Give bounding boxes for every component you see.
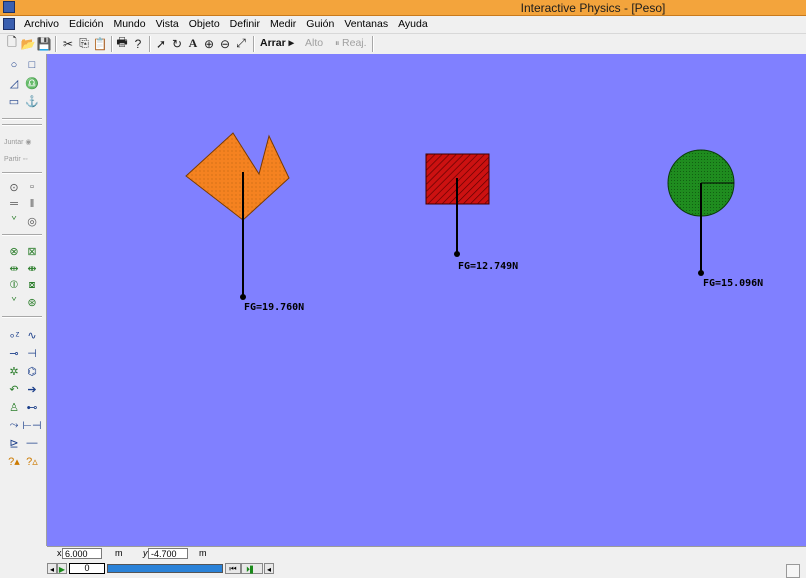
scroll-left-icon[interactable]: ◂ xyxy=(264,563,274,574)
run-button[interactable]: Arrar ▸ xyxy=(260,37,294,49)
tool-palette: ○ □ ◿ ♎ ▭ ⚓ Juntar ◉ Partir ◦◦ ⊙ ▫ ═ ‖ ᘁ… xyxy=(0,54,47,546)
torque-tool-icon[interactable]: ↶ xyxy=(6,382,22,396)
curved-body-tool-icon[interactable]: ♎ xyxy=(24,76,40,90)
rigid-joint-icon[interactable]: ⊠ xyxy=(24,244,40,258)
zoom-in-icon[interactable]: ⊕ xyxy=(201,36,217,51)
tape-rewind-icon[interactable]: ◂ xyxy=(47,563,57,574)
x-coord-label: x xyxy=(57,548,62,558)
tape-step-icon[interactable]: ⏮ xyxy=(225,563,241,574)
polygon-tool-icon[interactable]: ◿ xyxy=(6,76,22,90)
y-coord-unit: m xyxy=(199,548,207,558)
damper-tool-icon[interactable]: ⊸ xyxy=(6,346,22,360)
polygon-body[interactable] xyxy=(185,132,290,221)
vertical-slot-joint-icon[interactable]: ⦶ xyxy=(6,278,22,292)
rod-tool-icon[interactable]: ⊣ xyxy=(24,346,40,360)
rope-tool-icon[interactable]: ∘ᶻ xyxy=(6,328,22,342)
toolbar: 🗋 📂 💾 ✂ ⎘ 📋 🖶 ? ➚ ↻ A ⊕ ⊖ ⤢ Arrar ▸ Alto… xyxy=(0,33,806,55)
window-title: Interactive Physics - [Peso] xyxy=(520,1,666,15)
line-tool-icon[interactable]: — xyxy=(24,436,40,450)
stop-button[interactable]: Alto xyxy=(305,37,323,49)
meter-tool-icon[interactable]: ⊵ xyxy=(6,436,22,450)
tape-track[interactable] xyxy=(107,564,223,573)
frame-counter[interactable]: 0 xyxy=(69,563,105,574)
slot-vertical-icon[interactable]: ‖ xyxy=(24,197,40,211)
closed-slot-joint-icon[interactable]: ⊛ xyxy=(24,295,40,309)
menu-ayuda[interactable]: Ayuda xyxy=(393,18,433,30)
split-button[interactable]: Partir ◦◦ xyxy=(4,156,28,163)
coordinates-bar: x 6.000 m y -4.700 m xyxy=(47,546,806,561)
force-tool-icon[interactable]: ➔ xyxy=(24,382,40,396)
cut-icon[interactable]: ✂ xyxy=(60,36,76,51)
join-button[interactable]: Juntar ◉ xyxy=(4,138,32,146)
copy-icon[interactable]: ⎘ xyxy=(76,36,92,51)
button-control-icon[interactable]: ?▴ xyxy=(6,454,22,468)
rectangle-tool-icon[interactable]: □ xyxy=(24,58,40,72)
reset-button[interactable]: ⏸ Reaj. xyxy=(335,37,367,49)
tape-play-icon[interactable]: ▶ xyxy=(57,563,67,574)
y-coord-label: y xyxy=(143,548,148,558)
menu-archivo[interactable]: Archivo xyxy=(19,18,64,30)
circle-tool-icon[interactable]: ○ xyxy=(6,58,22,72)
scene xyxy=(185,132,735,300)
slot-horizontal-icon[interactable]: ═ xyxy=(6,197,22,211)
square-tool-icon[interactable]: ▭ xyxy=(6,94,22,108)
print-icon[interactable]: 🖶 xyxy=(114,35,130,51)
anchor-tool-icon[interactable]: ⚓ xyxy=(24,94,40,108)
zoom-out-icon[interactable]: ⊖ xyxy=(217,36,233,51)
new-file-icon[interactable]: 🗋 xyxy=(4,35,20,51)
separator-tool-icon[interactable]: ⊢⊣ xyxy=(22,418,41,432)
text-tool-icon[interactable]: A xyxy=(185,36,201,51)
menu-items: Archivo Edición Mundo Vista Objeto Definir Med… xyxy=(19,18,433,30)
actuator-tool-icon[interactable]: ♙ xyxy=(6,400,22,414)
pin-joint-icon[interactable]: ⊗ xyxy=(6,244,22,258)
curved-slot-icon[interactable]: ᘁ xyxy=(6,214,22,228)
x-coord-unit: m xyxy=(115,548,123,558)
document-icon[interactable] xyxy=(3,18,15,30)
point-element-icon[interactable]: ⊙ xyxy=(6,180,22,194)
menu-vista[interactable]: Vista xyxy=(151,18,184,30)
keyed-slot-joint-icon[interactable]: ⇼ xyxy=(24,261,40,275)
save-icon[interactable]: 💾 xyxy=(36,36,52,51)
menu-guion[interactable]: Guión xyxy=(301,18,339,30)
keyed-vertical-joint-icon[interactable]: ⧇ xyxy=(24,278,40,292)
square-point-element-icon[interactable]: ▫ xyxy=(24,180,40,194)
menu-mundo[interactable]: Mundo xyxy=(108,18,150,30)
gear-tool-icon[interactable]: ✲ xyxy=(6,364,22,378)
menu-edicion[interactable]: Edición xyxy=(64,18,108,30)
resize-grip[interactable] xyxy=(786,564,800,578)
rotate-tool-icon[interactable]: ↻ xyxy=(169,36,185,51)
force-label-polygon: FG=19.760N xyxy=(244,302,305,313)
menu-medir[interactable]: Medir xyxy=(265,18,301,30)
paste-icon[interactable]: 📋 xyxy=(92,36,108,51)
force-label-rectangle: FG=12.749N xyxy=(458,261,519,272)
fit-view-icon[interactable]: ⤢ xyxy=(233,36,249,51)
title-bar: Interactive Physics - [Peso] xyxy=(0,0,806,16)
force-label-circle: FG=15.096N xyxy=(703,278,764,289)
x-coord-field[interactable]: 6.000 xyxy=(62,548,102,559)
menu-ventanas[interactable]: Ventanas xyxy=(339,18,393,30)
workspace-canvas[interactable]: FG=19.760N FG=12.749N FG=15.096N xyxy=(47,54,806,546)
tape-forward-icon[interactable]: ⏵▍ xyxy=(241,563,263,574)
help-icon[interactable]: ? xyxy=(130,36,146,51)
curved-slot-joint-icon[interactable]: ᘁ xyxy=(6,295,22,309)
open-folder-icon[interactable]: 📂 xyxy=(20,36,36,51)
horizontal-slot-joint-icon[interactable]: ⇹ xyxy=(6,261,22,275)
menu-definir[interactable]: Definir xyxy=(225,18,265,30)
spring-tool-icon[interactable]: ∿ xyxy=(24,328,40,342)
motor-tool-icon[interactable]: ⤳ xyxy=(6,418,22,432)
pulley-tool-icon[interactable]: ⌬ xyxy=(24,364,40,378)
y-coord-field[interactable]: -4.700 xyxy=(148,548,188,559)
linear-actuator-icon[interactable]: ⊷ xyxy=(24,400,40,414)
slider-control-icon[interactable]: ?▵ xyxy=(24,454,40,468)
menu-bar: Archivo Edición Mundo Vista Objeto Definir Med… xyxy=(0,16,806,33)
menu-objeto[interactable]: Objeto xyxy=(184,18,225,30)
closed-slot-icon[interactable]: ◎ xyxy=(24,214,40,228)
arrow-tool-icon[interactable]: ➚ xyxy=(153,36,169,51)
tape-player: ◂ ▶ 0 ⏮ ⏵▍ ◂ xyxy=(47,561,806,578)
